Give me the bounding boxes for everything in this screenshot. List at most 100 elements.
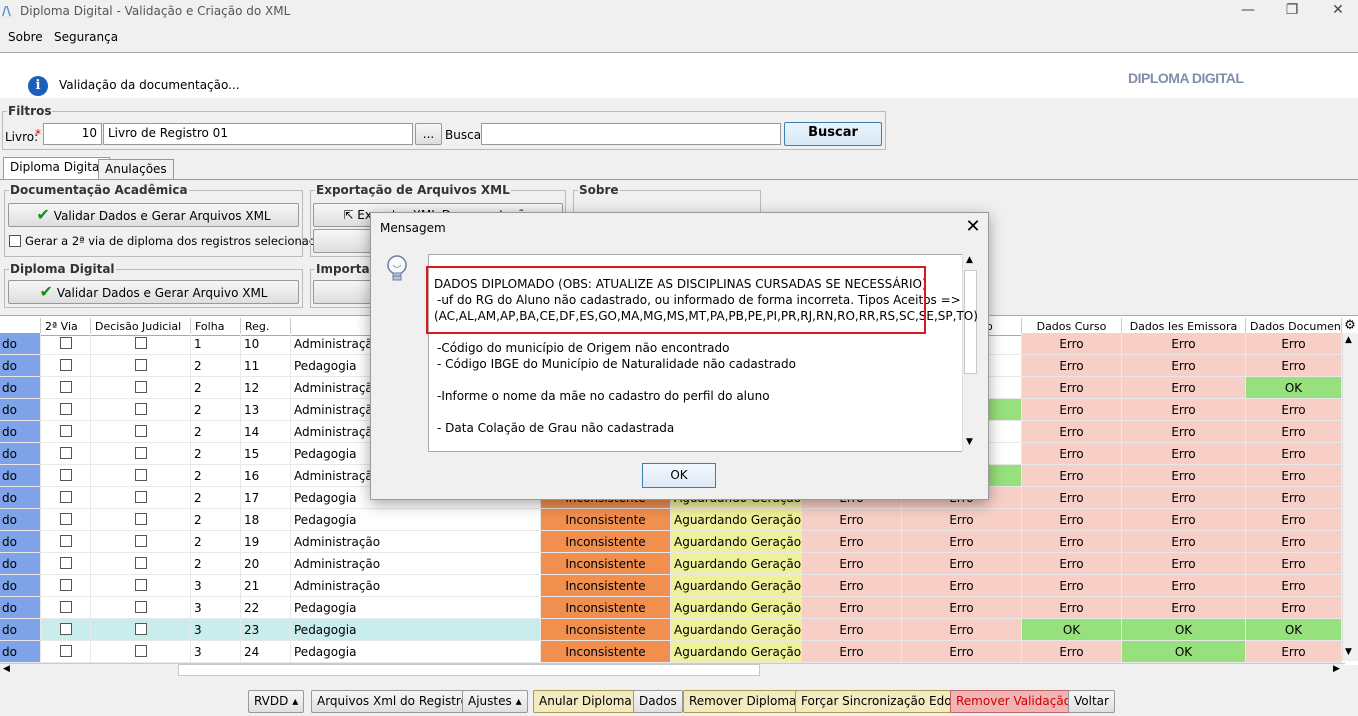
row-first-cell[interactable]: do <box>0 619 41 641</box>
dados-curso-cell[interactable]: Erro <box>1022 597 1122 619</box>
dados-doc-cell[interactable]: Erro <box>1246 443 1342 465</box>
scroll-right-icon[interactable]: ▶ <box>1333 664 1340 674</box>
segunda-via-row-checkbox[interactable] <box>60 337 72 349</box>
segunda-via-row-checkbox[interactable] <box>60 557 72 569</box>
reg-cell[interactable]: 21 <box>241 575 291 597</box>
status-cell[interactable]: Inconsistente <box>541 531 671 553</box>
folha-cell[interactable]: 2 <box>191 377 241 399</box>
geracao-cell[interactable]: Aguardando Geração/... <box>671 531 802 553</box>
geracao-cell[interactable]: Aguardando Geração/... <box>671 553 802 575</box>
decisao-row-checkbox[interactable] <box>135 579 147 591</box>
erro-cell-2[interactable]: Erro <box>902 509 1022 531</box>
remover-diploma-button[interactable]: Remover Diploma <box>683 690 803 713</box>
folha-cell[interactable]: 2 <box>191 531 241 553</box>
decisao-row-checkbox[interactable] <box>135 491 147 503</box>
row-first-cell[interactable]: do <box>0 377 41 399</box>
decisao-row-checkbox[interactable] <box>135 557 147 569</box>
row-first-cell[interactable]: do <box>0 421 41 443</box>
segunda-via-row-checkbox[interactable] <box>60 601 72 613</box>
decisao-row-checkbox[interactable] <box>135 447 147 459</box>
menu-sobre[interactable]: Sobre <box>8 30 43 44</box>
grid-vertical-scrollbar[interactable]: ▲ ▼ <box>1342 333 1358 661</box>
erro-cell-2[interactable]: Erro <box>902 531 1022 553</box>
segunda-via-row-checkbox[interactable] <box>60 645 72 657</box>
folha-cell[interactable]: 2 <box>191 421 241 443</box>
dados-doc-cell[interactable]: Erro <box>1246 641 1342 663</box>
dados-doc-cell[interactable]: Erro <box>1246 487 1342 509</box>
dados-doc-cell[interactable]: Erro <box>1246 355 1342 377</box>
close-window-button[interactable]: ✕ <box>1328 2 1348 20</box>
folha-cell[interactable]: 3 <box>191 597 241 619</box>
segunda-via-row-checkbox[interactable] <box>60 381 72 393</box>
row-first-cell[interactable]: do <box>0 355 41 377</box>
row-first-cell[interactable]: do <box>0 333 41 355</box>
reg-cell[interactable]: 23 <box>241 619 291 641</box>
row-first-cell[interactable]: do <box>0 399 41 421</box>
folha-cell[interactable]: 3 <box>191 619 241 641</box>
decisao-row-checkbox[interactable] <box>135 425 147 437</box>
reg-cell[interactable]: 18 <box>241 509 291 531</box>
reg-cell[interactable]: 17 <box>241 487 291 509</box>
dados-ies-cell[interactable]: Erro <box>1122 399 1246 421</box>
dados-doc-cell[interactable]: Erro <box>1246 333 1342 355</box>
decisao-row-checkbox[interactable] <box>135 535 147 547</box>
busca-input[interactable] <box>481 123 781 145</box>
status-cell[interactable]: Inconsistente <box>541 641 671 663</box>
decisao-row-checkbox[interactable] <box>135 337 147 349</box>
arquivos-xml-button[interactable]: Arquivos Xml do Registro <box>311 690 474 713</box>
validar-gerar-xml-button[interactable]: ✔ Validar Dados e Gerar Arquivo XML <box>8 280 299 304</box>
buscar-button[interactable]: Buscar <box>784 122 882 146</box>
dados-ies-cell[interactable]: Erro <box>1122 531 1246 553</box>
row-first-cell[interactable]: do <box>0 641 41 663</box>
dados-ies-cell[interactable]: Erro <box>1122 443 1246 465</box>
remover-validacao-button[interactable]: Remover Validação <box>950 690 1078 713</box>
geracao-cell[interactable]: Aguardando Geração/... <box>671 575 802 597</box>
folha-cell[interactable]: 2 <box>191 465 241 487</box>
erro-cell-1[interactable]: Erro <box>802 509 902 531</box>
dados-curso-cell[interactable]: Erro <box>1022 333 1122 355</box>
folha-cell[interactable]: 2 <box>191 399 241 421</box>
dados-curso-cell[interactable]: OK <box>1022 619 1122 641</box>
voltar-button[interactable]: Voltar <box>1068 690 1115 713</box>
reg-cell[interactable]: 22 <box>241 597 291 619</box>
segunda-via-row-checkbox[interactable] <box>60 579 72 591</box>
maximize-button[interactable]: ❐ <box>1282 2 1302 20</box>
table-row[interactable]: do 2 20 Administração Inconsistente Aguardand… <box>0 553 1345 575</box>
dados-ies-cell[interactable]: Erro <box>1122 465 1246 487</box>
dados-curso-cell[interactable]: Erro <box>1022 399 1122 421</box>
validar-gerar-arquivos-button[interactable]: ✔ Validar Dados e Gerar Arquivos XML <box>8 203 299 227</box>
ajustes-button[interactable]: Ajustes ▴ <box>462 690 528 713</box>
dados-curso-cell[interactable]: Erro <box>1022 377 1122 399</box>
curso-cell[interactable]: Administração <box>291 531 541 553</box>
dialog-close-icon[interactable]: ✕ <box>963 217 983 237</box>
dados-curso-cell[interactable]: Erro <box>1022 443 1122 465</box>
reg-cell[interactable]: 11 <box>241 355 291 377</box>
erro-cell-2[interactable]: Erro <box>902 553 1022 575</box>
segunda-via-row-checkbox[interactable] <box>60 513 72 525</box>
dados-curso-cell[interactable]: Erro <box>1022 553 1122 575</box>
curso-cell[interactable]: Pedagogia <box>291 509 541 531</box>
row-first-cell[interactable]: do <box>0 553 41 575</box>
row-first-cell[interactable]: do <box>0 575 41 597</box>
status-cell[interactable]: Inconsistente <box>541 619 671 641</box>
segunda-via-row-checkbox[interactable] <box>60 403 72 415</box>
scroll-up-icon[interactable]: ▲ <box>966 255 973 265</box>
segunda-via-row-checkbox[interactable] <box>60 425 72 437</box>
dados-curso-cell[interactable]: Erro <box>1022 465 1122 487</box>
scroll-down-icon[interactable]: ▼ <box>966 437 973 447</box>
erro-cell-1[interactable]: Erro <box>802 531 902 553</box>
table-row[interactable]: do 3 23 Pedagogia Inconsistente Aguardando Ge… <box>0 619 1345 641</box>
row-first-cell[interactable]: do <box>0 531 41 553</box>
segunda-via-row-checkbox[interactable] <box>60 469 72 481</box>
folha-cell[interactable]: 2 <box>191 553 241 575</box>
dados-ies-cell[interactable]: Erro <box>1122 487 1246 509</box>
dados-ies-cell[interactable]: OK <box>1122 619 1246 641</box>
dados-doc-cell[interactable]: OK <box>1246 377 1342 399</box>
row-first-cell[interactable]: do <box>0 465 41 487</box>
curso-cell[interactable]: Administração <box>291 575 541 597</box>
status-cell[interactable]: Inconsistente <box>541 553 671 575</box>
table-row[interactable]: do 2 19 Administração Inconsistente Aguardand… <box>0 531 1345 553</box>
table-row[interactable]: do 3 21 Administração Inconsistente Aguardand… <box>0 575 1345 597</box>
decisao-row-checkbox[interactable] <box>135 645 147 657</box>
dados-ies-cell[interactable]: OK <box>1122 641 1246 663</box>
